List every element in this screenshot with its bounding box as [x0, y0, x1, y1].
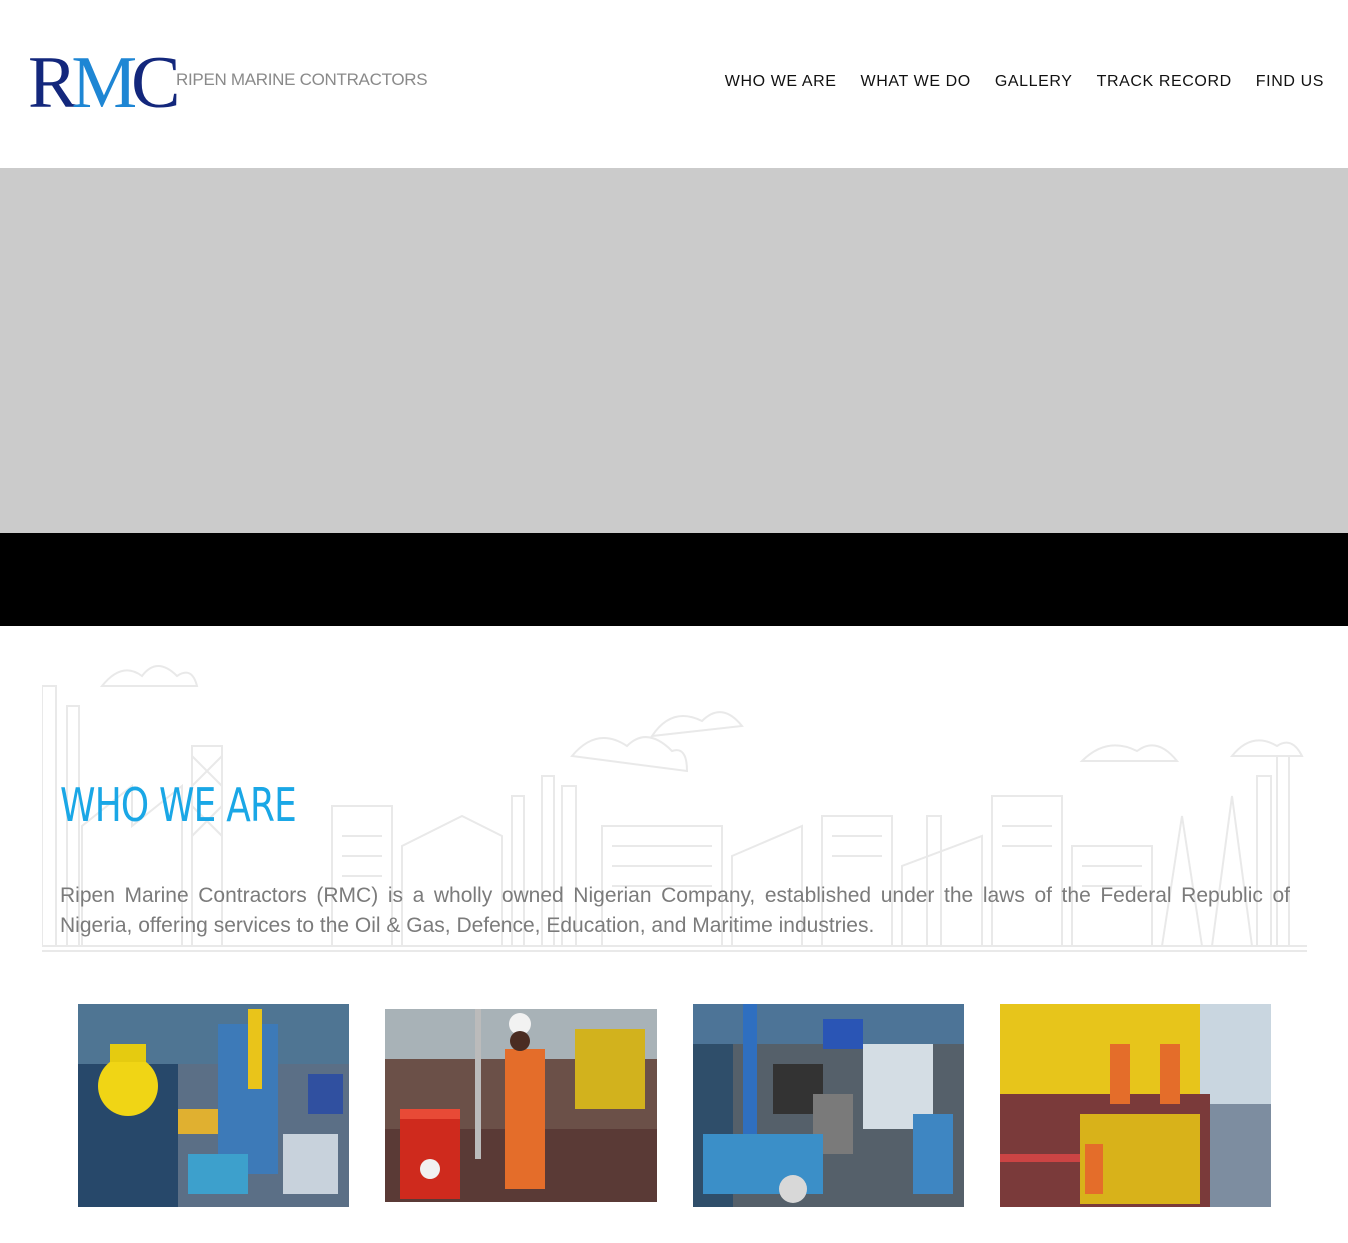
hero-banner — [0, 168, 1348, 533]
logo-text: RIPEN MARINE CONTRACTORS — [176, 70, 428, 89]
nav-what-we-do[interactable]: WHAT WE DO — [861, 73, 971, 91]
section-title: WHO WE ARE — [60, 778, 297, 832]
photo-worker-drums-icon — [385, 1009, 657, 1202]
logo[interactable]: RMC RIPEN MARINE CONTRACTORS — [28, 42, 428, 124]
section-description: Ripen Marine Contractors (RMC) is a whol… — [60, 884, 1290, 937]
photo-workers-platform-icon — [1000, 1004, 1271, 1207]
nav-gallery[interactable]: GALLERY — [995, 73, 1073, 91]
logo-mark: RMC — [28, 42, 181, 124]
gallery-photo-1[interactable] — [78, 1004, 349, 1207]
photo-vessel-deck-winch-icon — [693, 1004, 964, 1207]
nav-track-record[interactable]: TRACK RECORD — [1097, 73, 1232, 91]
site-header: RMC RIPEN MARINE CONTRACTORS WHO WE ARE … — [0, 0, 1348, 168]
nav-find-us[interactable]: FIND US — [1256, 73, 1324, 91]
nav-who-we-are[interactable]: WHO WE ARE — [725, 73, 837, 91]
gallery-photo-4[interactable] — [1000, 1004, 1271, 1207]
gallery-photo-3[interactable] — [693, 1004, 964, 1207]
gallery-photo-2[interactable] — [385, 1009, 657, 1202]
photo-buoy-vessel-deck-icon — [78, 1004, 349, 1207]
main-nav: WHO WE ARE WHAT WE DO GALLERY TRACK RECO… — [725, 73, 1324, 91]
hero-caption-bar — [0, 533, 1348, 626]
who-we-are-section: WHO WE ARE Ripen Marine Contractors (RMC… — [0, 626, 1348, 1243]
